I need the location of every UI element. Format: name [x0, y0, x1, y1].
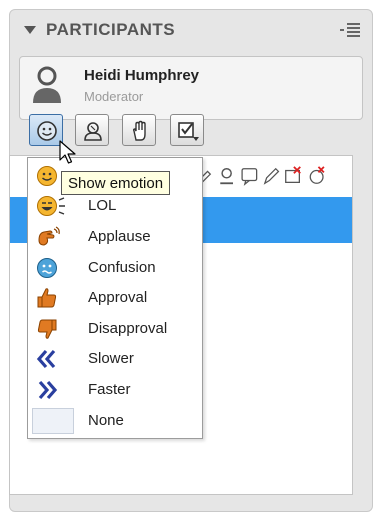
emotion-label: Slower — [88, 350, 134, 367]
mouse-pointer-icon — [59, 140, 76, 164]
emotion-label: LOL — [88, 197, 117, 214]
emotion-label: Applause — [88, 228, 151, 245]
thumbs-up-icon — [37, 288, 57, 308]
confused-face-icon — [37, 258, 57, 278]
panel-header: PARTICIPANTS — [10, 10, 372, 52]
emotion-item-disapproval[interactable]: Disapproval — [28, 314, 202, 344]
feedback-dropdown-button[interactable] — [170, 114, 204, 146]
list-column-icons — [195, 166, 325, 186]
user-role: Moderator — [84, 89, 144, 104]
double-chevron-left-icon — [36, 349, 56, 369]
show-emotion-tooltip: Show emotion — [61, 171, 171, 195]
no-audio-icon — [309, 166, 325, 184]
user-icon — [220, 168, 233, 185]
emotion-label: Disapproval — [88, 320, 168, 337]
smiley-icon — [37, 166, 57, 186]
emotion-menu: LOL Applause Confusion Approval Disappro… — [27, 157, 203, 439]
emotion-item-applause[interactable]: Applause — [28, 222, 202, 252]
person-status-icon — [84, 122, 102, 141]
raise-hand-button[interactable] — [122, 114, 156, 146]
checkbox-dropdown-icon — [178, 122, 199, 141]
emotion-item-slower[interactable]: Slower — [28, 344, 202, 374]
list-menu-icon[interactable] — [340, 22, 360, 38]
emotion-label: Faster — [88, 381, 131, 398]
laughing-icon — [37, 196, 65, 216]
no-camera-icon — [285, 166, 301, 183]
applause-hands-icon — [38, 226, 60, 246]
raise-hand-icon — [132, 120, 146, 141]
panel-title: PARTICIPANTS — [46, 20, 176, 39]
emotion-item-confusion[interactable]: Confusion — [28, 253, 202, 283]
user-name: Heidi Humphrey — [84, 67, 200, 84]
none-box-icon — [32, 408, 74, 434]
emotion-item-faster[interactable]: Faster — [28, 375, 202, 405]
pencil-icon — [263, 167, 280, 185]
emotion-label: Confusion — [88, 259, 156, 276]
emotion-item-approval[interactable]: Approval — [28, 283, 202, 313]
smiley-icon — [37, 121, 57, 141]
thumbs-down-icon — [37, 319, 57, 339]
show-emotion-button[interactable] — [29, 114, 63, 146]
set-status-button[interactable] — [75, 114, 109, 146]
double-chevron-right-icon — [38, 380, 58, 400]
emotion-label: Approval — [88, 289, 148, 306]
emotion-item-none[interactable]: None — [28, 406, 202, 436]
chat-icon — [241, 168, 258, 186]
person-avatar-icon — [33, 66, 61, 103]
emotion-label: None — [88, 412, 124, 429]
collapse-arrow-icon[interactable] — [24, 26, 36, 34]
current-user-card[interactable]: Heidi Humphrey Moderator — [19, 56, 363, 120]
